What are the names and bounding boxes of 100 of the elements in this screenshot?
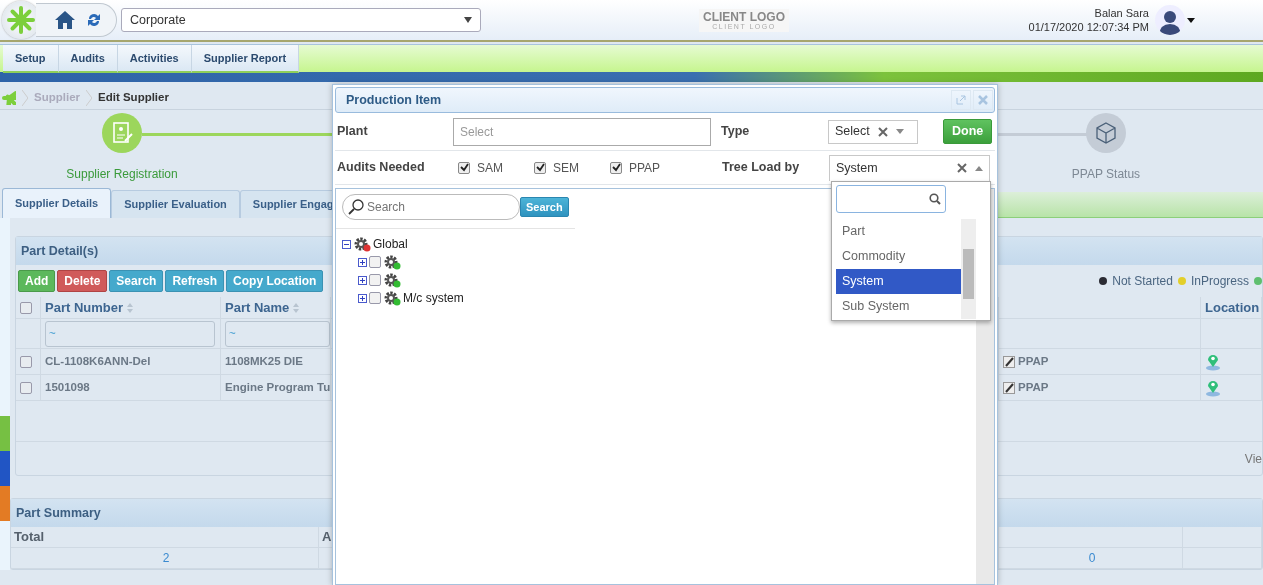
toolbar-button[interactable]: Copy Location (226, 270, 324, 292)
expand-icon[interactable] (358, 257, 367, 267)
filter-field[interactable]: ~ (45, 320, 215, 347)
expand-icon[interactable] (358, 275, 367, 285)
scrollbar[interactable] (961, 219, 976, 319)
document-pen-icon (111, 121, 133, 145)
clear-icon[interactable] (957, 163, 967, 173)
location-pin-icon[interactable] (1205, 378, 1221, 397)
breadcrumb-separator-icon (86, 89, 92, 106)
dropdown-caret-icon (895, 129, 904, 134)
refresh-icon[interactable] (86, 12, 102, 28)
menu-item[interactable]: Supplier Report (191, 45, 300, 73)
site-selector-value: Corporate (130, 11, 186, 29)
search-button[interactable]: Search (520, 196, 569, 218)
plant-field[interactable]: Select (453, 117, 711, 146)
tab[interactable]: Supplier Evaluation (111, 190, 240, 218)
summary-value: 2 (162, 550, 170, 567)
column-header: Total (14, 528, 45, 547)
dropdown-search-field[interactable] (836, 185, 946, 213)
client-logo-title: CLIENT LOGO (703, 10, 785, 23)
dropdown-caret-icon (464, 17, 472, 23)
dropdown-caret-icon[interactable] (1187, 17, 1195, 23)
user-avatar[interactable] (1155, 5, 1185, 35)
home-icon[interactable] (54, 10, 76, 30)
collapse-icon[interactable] (342, 239, 351, 249)
checkbox[interactable] (369, 292, 381, 304)
dropdown-option[interactable]: Sub System (836, 294, 961, 319)
field-label: Plant (336, 123, 369, 141)
cube-icon (1095, 121, 1117, 145)
menu-item[interactable]: Activities (117, 45, 192, 73)
edit-checkbox-icon[interactable] (1003, 355, 1015, 368)
search-icon (929, 193, 941, 205)
table-cell: Engine Program Tu (221, 375, 331, 401)
side-color-tab[interactable] (0, 451, 10, 486)
checkbox-label: SEM (553, 159, 579, 177)
tree-node-label[interactable]: M/c system (403, 289, 464, 307)
checkbox[interactable] (369, 274, 381, 286)
sort-icon (292, 301, 301, 314)
dropdown-caret-icon (975, 165, 983, 171)
gear-icon (353, 236, 371, 252)
breadcrumb-separator-icon (22, 89, 28, 106)
done-button[interactable]: Done (943, 119, 993, 144)
checkbox[interactable] (20, 381, 32, 394)
date-time: 01/17/2020 12:07:34 PM (1028, 20, 1149, 34)
checkbox[interactable] (369, 256, 381, 268)
column-header: A (322, 528, 332, 547)
dropdown-option[interactable]: System (836, 269, 961, 294)
checkbox[interactable] (458, 161, 470, 174)
tree-load-select[interactable]: System (829, 154, 990, 181)
popout-icon[interactable] (956, 95, 966, 105)
checkbox-label: PPAP (629, 159, 661, 177)
close-icon[interactable] (978, 95, 988, 105)
search-field[interactable]: Search (342, 194, 520, 220)
toolbar-button[interactable]: Refresh (165, 270, 225, 292)
summary-value: 0 (1088, 550, 1096, 567)
location-pin-icon[interactable] (1205, 352, 1221, 371)
gear-icon (383, 254, 401, 270)
clear-icon[interactable] (877, 126, 888, 137)
table-cell: 1108MK25 DIE (221, 349, 331, 375)
table-cell-text: PPAP (1018, 379, 1049, 395)
table-cell-text: PPAP (1018, 353, 1049, 369)
step-label: Supplier Registration (66, 166, 178, 183)
filter-field[interactable]: ~ (225, 320, 330, 347)
checkbox[interactable] (534, 161, 546, 174)
checkbox-label: SAM (477, 159, 503, 177)
column-header[interactable]: Part Name (225, 297, 290, 318)
tree-node-label[interactable]: Global (373, 235, 408, 253)
select-value: System (836, 159, 878, 177)
checkbox[interactable] (610, 161, 622, 174)
menu-item[interactable]: Audits (58, 45, 118, 73)
legend-label: InProgress (1190, 273, 1249, 290)
checkbox[interactable] (20, 355, 32, 368)
toolbar-button[interactable]: Search (109, 270, 164, 292)
gear-icon (383, 290, 401, 306)
side-color-tab[interactable] (0, 486, 10, 521)
site-selector[interactable]: Corporate (121, 8, 481, 32)
edit-checkbox-icon[interactable] (1003, 381, 1015, 394)
toolbar-button[interactable]: Delete (57, 270, 108, 292)
breadcrumb-current: Edit Supplier (98, 89, 169, 105)
sort-icon (126, 301, 135, 314)
select-value: Select (835, 123, 870, 141)
expand-icon[interactable] (358, 293, 367, 303)
tab[interactable]: Supplier Details (2, 188, 112, 218)
column-header[interactable]: Location (1201, 297, 1262, 319)
user-name: Balan Sara (1093, 6, 1149, 20)
gear-icon (383, 272, 401, 288)
search-icon (348, 199, 364, 215)
side-color-tab[interactable] (0, 416, 10, 451)
column-header[interactable]: Part Number (45, 297, 124, 318)
type-select[interactable]: Select (828, 119, 918, 144)
menu-item[interactable]: Setup (3, 45, 59, 73)
checkbox[interactable] (20, 301, 32, 314)
table-cell: CL-1108K6ANN-Del (41, 349, 221, 375)
field-label: Type (721, 123, 751, 141)
legend-label: Not Started (1112, 273, 1173, 290)
table-cell: 1501098 (41, 375, 221, 401)
field-label: Audits Needed (336, 159, 426, 177)
view-link[interactable]: Vie (1244, 449, 1262, 468)
field-label: Tree Load by (722, 159, 801, 177)
dialog-title: Production Item (346, 91, 442, 109)
